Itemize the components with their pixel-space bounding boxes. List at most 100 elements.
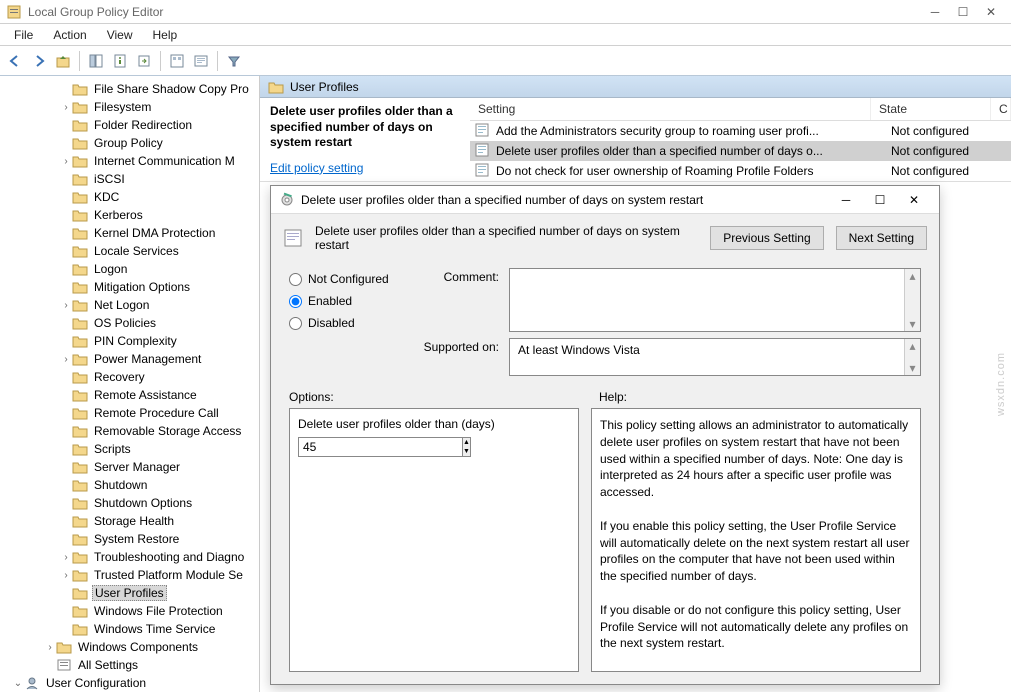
tree-item[interactable]: ⌄User Configuration: [0, 674, 259, 692]
tree-item[interactable]: Scripts: [0, 440, 259, 458]
menu-file[interactable]: File: [4, 26, 43, 44]
tree-item[interactable]: Remote Assistance: [0, 386, 259, 404]
setting-icon: [474, 143, 492, 159]
tree-item[interactable]: Shutdown Options: [0, 494, 259, 512]
tree-panel[interactable]: File Share Shadow Copy Pro›FilesystemFol…: [0, 76, 260, 692]
tree-item[interactable]: System Restore: [0, 530, 259, 548]
list-row[interactable]: Do not check for user ownership of Roami…: [470, 161, 1011, 181]
list-row[interactable]: Add the Administrators security group to…: [470, 121, 1011, 141]
help-pane: This policy setting allows an administra…: [591, 408, 921, 672]
tree-item[interactable]: ›Filesystem: [0, 98, 259, 116]
expand-icon[interactable]: ›: [60, 156, 72, 167]
expand-icon[interactable]: ⌄: [12, 678, 24, 689]
tree-item[interactable]: iSCSI: [0, 170, 259, 188]
tree-item[interactable]: Storage Health: [0, 512, 259, 530]
menu-help[interactable]: Help: [143, 26, 188, 44]
radio-disabled[interactable]: Disabled: [289, 312, 409, 334]
previous-setting-button[interactable]: Previous Setting: [710, 226, 823, 250]
comment-textarea[interactable]: ▴▾: [509, 268, 921, 332]
dialog-minimize[interactable]: ─: [829, 188, 863, 212]
tree-item[interactable]: › Power Management: [0, 350, 259, 368]
tree-item[interactable]: File Share Shadow Copy Pro: [0, 80, 259, 98]
tree-item[interactable]: KDC: [0, 188, 259, 206]
tree-item[interactable]: Windows File Protection: [0, 602, 259, 620]
properties-button[interactable]: [109, 50, 131, 72]
tree-item[interactable]: Remote Procedure Call: [0, 404, 259, 422]
tree-item-label: Power Management: [92, 352, 203, 366]
folder-icon: [72, 298, 88, 312]
refresh-button[interactable]: [166, 50, 188, 72]
policy-dialog: Delete user profiles older than a specif…: [270, 185, 940, 685]
tree-item[interactable]: Locale Services: [0, 242, 259, 260]
export-button[interactable]: [133, 50, 155, 72]
menu-action[interactable]: Action: [43, 26, 96, 44]
tree-item[interactable]: Mitigation Options: [0, 278, 259, 296]
tree-item[interactable]: Group Policy: [0, 134, 259, 152]
expand-icon[interactable]: ›: [44, 642, 56, 653]
tree-item[interactable]: Server Manager: [0, 458, 259, 476]
radio-enabled[interactable]: Enabled: [289, 290, 409, 312]
help-button[interactable]: [190, 50, 212, 72]
tree-item[interactable]: ›Windows Components: [0, 638, 259, 656]
tree-item[interactable]: Recovery: [0, 368, 259, 386]
tree-item[interactable]: Shutdown: [0, 476, 259, 494]
close-button[interactable]: ✕: [977, 2, 1005, 22]
tree-item[interactable]: ›Troubleshooting and Diagno: [0, 548, 259, 566]
list-row[interactable]: Delete user profiles older than a specif…: [470, 141, 1011, 161]
days-input[interactable]: [298, 437, 463, 457]
setting-icon: [474, 123, 492, 139]
tree-item[interactable]: PIN Complexity: [0, 332, 259, 350]
tree-item[interactable]: Kernel DMA Protection: [0, 224, 259, 242]
back-button[interactable]: [4, 50, 26, 72]
tree-item[interactable]: Folder Redirection: [0, 116, 259, 134]
list-setting-text: Delete user profiles older than a specif…: [496, 144, 891, 158]
menu-view[interactable]: View: [97, 26, 143, 44]
folder-icon: [72, 532, 88, 546]
forward-button[interactable]: [28, 50, 50, 72]
filter-button[interactable]: [223, 50, 245, 72]
tree-item-label: Storage Health: [92, 514, 176, 528]
spin-down[interactable]: ▼: [463, 447, 470, 456]
tree-item[interactable]: Windows Time Service: [0, 620, 259, 638]
options-pane: Delete user profiles older than (days) ▲…: [289, 408, 579, 672]
tree-item[interactable]: Kerberos: [0, 206, 259, 224]
folder-icon: [72, 550, 88, 564]
days-spinner[interactable]: ▲▼: [298, 437, 408, 457]
expand-icon[interactable]: ›: [60, 300, 72, 311]
tree-item[interactable]: OS Policies: [0, 314, 259, 332]
folder-icon: [72, 118, 88, 132]
up-button[interactable]: [52, 50, 74, 72]
expand-icon[interactable]: ›: [60, 354, 72, 365]
tree-item[interactable]: All Settings: [0, 656, 259, 674]
radio-not-configured[interactable]: Not Configured: [289, 268, 409, 290]
scrollbar[interactable]: ▴▾: [904, 339, 920, 375]
tree-item[interactable]: › Net Logon: [0, 296, 259, 314]
expand-icon[interactable]: ›: [60, 102, 72, 113]
minimize-button[interactable]: ─: [921, 2, 949, 22]
col-comment[interactable]: C: [991, 98, 1011, 120]
breadcrumb: User Profiles: [260, 76, 1011, 98]
maximize-button[interactable]: ☐: [949, 2, 977, 22]
tree-item[interactable]: User Profiles: [0, 584, 259, 602]
tree-item[interactable]: Removable Storage Access: [0, 422, 259, 440]
tree-item[interactable]: › Trusted Platform Module Se: [0, 566, 259, 584]
folder-icon: [72, 460, 88, 474]
tree-item[interactable]: Logon: [0, 260, 259, 278]
options-label: Options:: [289, 390, 579, 404]
col-state[interactable]: State: [871, 98, 991, 120]
tree-item-label: Shutdown Options: [92, 496, 194, 510]
col-setting[interactable]: Setting: [470, 98, 871, 120]
spin-up[interactable]: ▲: [463, 438, 470, 447]
edit-policy-link[interactable]: Edit policy setting: [270, 161, 460, 175]
show-hide-tree-button[interactable]: [85, 50, 107, 72]
expand-icon[interactable]: ›: [60, 552, 72, 563]
next-setting-button[interactable]: Next Setting: [836, 226, 927, 250]
tree-item-label: Net Logon: [92, 298, 151, 312]
dialog-close[interactable]: ✕: [897, 188, 931, 212]
folder-icon: [72, 604, 88, 618]
tree-item-label: Trusted Platform Module Se: [92, 568, 245, 582]
scrollbar[interactable]: ▴▾: [904, 269, 920, 331]
tree-item[interactable]: ›Internet Communication M: [0, 152, 259, 170]
expand-icon[interactable]: ›: [60, 570, 72, 581]
dialog-maximize[interactable]: ☐: [863, 188, 897, 212]
